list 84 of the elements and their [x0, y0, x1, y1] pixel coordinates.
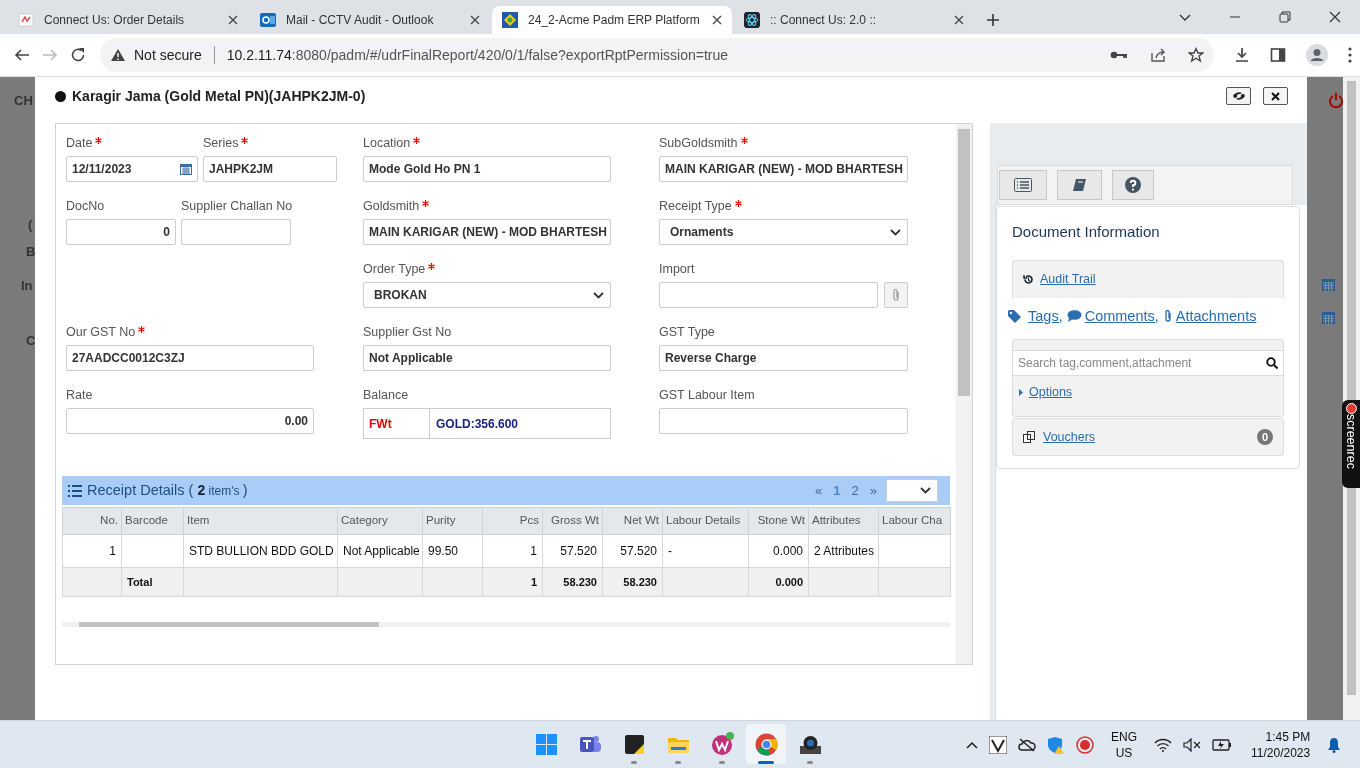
table-cell: 1	[62, 534, 122, 568]
input-field[interactable]: Mode Gold Ho PN 1	[363, 156, 611, 182]
audit-trail-link[interactable]: Audit Trail	[1023, 269, 1096, 289]
total-cell: Total	[121, 567, 184, 597]
panel-link[interactable]: Tags,	[1008, 305, 1063, 328]
field-label: Receipt Type	[659, 199, 732, 213]
column-header: Net Wt	[602, 507, 663, 535]
column-header: Barcode	[121, 507, 184, 535]
field-label: Our GST No	[66, 325, 136, 339]
balance-field: FWt GOLD:356.600	[363, 408, 611, 439]
input-field[interactable]: 27AADCC0012C3ZJ	[66, 345, 314, 371]
field-label: Balance	[363, 388, 409, 402]
total-cell: 0.000	[748, 567, 809, 597]
browser-tab[interactable]: Connect Us: Order Details	[8, 6, 248, 34]
clock[interactable]: 1:45 PM 11/20/2023	[1251, 729, 1311, 761]
table-cell: 57.520	[542, 534, 603, 568]
field-label: SubGoldsmith	[659, 136, 738, 150]
field-label: GST Labour Item	[659, 388, 755, 402]
date-field[interactable]: 12/11/2023	[66, 156, 198, 182]
table-cell: Not Applicable	[337, 534, 423, 568]
input-field[interactable]: Not Applicable	[363, 345, 611, 371]
browser-tab[interactable]: 24_2-Acme Padm ERP Platform	[492, 6, 732, 34]
vouchers-link[interactable]: Vouchers	[1023, 427, 1096, 447]
browser-tab[interactable]: :: Connect Us: 2.0 ::	[734, 6, 974, 34]
table-cell: 2 Attributes	[808, 534, 879, 568]
background-text: C	[25, 332, 35, 350]
total-cell: 1	[482, 567, 543, 597]
table-cell: 99.50	[422, 534, 483, 568]
total-cell: 58.230	[602, 567, 663, 597]
section-title: Receipt Details ( 2 item's )	[87, 480, 248, 500]
field-label: Order Type	[363, 262, 426, 276]
field-label: Date	[66, 136, 93, 150]
column-header: No.	[62, 507, 122, 535]
field-label: Supplier Challan No	[181, 199, 293, 213]
modal-title: Karagir Jama (Gold Metal PN)(JAHPK2JM-0)	[72, 86, 366, 106]
background-text: In	[20, 276, 33, 295]
field-label: GST Type	[659, 325, 715, 339]
column-header: Attributes	[808, 507, 879, 535]
field-label: Import	[659, 262, 695, 276]
field-label: Goldsmith	[363, 199, 420, 213]
table-cell: 1	[482, 534, 543, 568]
table-cell: 0.000	[748, 534, 809, 568]
language-indicator[interactable]: ENG US	[1111, 729, 1137, 761]
input-field[interactable]: MAIN KARIGAR (NEW) - MOD BHARTESH	[659, 156, 908, 182]
browser-tab[interactable]: Mail - CCTV Audit - Outlook	[250, 6, 490, 34]
options-toggle[interactable]: Options	[1019, 383, 1283, 402]
field-label: Location	[363, 136, 411, 150]
panel-link[interactable]: Comments,	[1066, 305, 1159, 328]
column-header: Stone Wt	[748, 507, 809, 535]
table-cell: STD BULLION BDD GOLD	[183, 534, 338, 568]
panel-link[interactable]: Attachments	[1162, 305, 1257, 328]
input-field[interactable]: 0	[66, 219, 176, 245]
column-header: Pcs	[482, 507, 543, 535]
column-header: Purity	[422, 507, 483, 535]
background-text: CH	[13, 92, 33, 110]
field-label: DocNo	[66, 199, 105, 213]
input-field[interactable]: Reverse Charge	[659, 345, 908, 371]
search-field[interactable]: Search tag,comment,attachment	[1013, 350, 1283, 377]
field-label: Supplier Gst No	[363, 325, 452, 339]
page-link[interactable]: «	[813, 480, 825, 501]
background-text: B	[25, 243, 35, 261]
background-text: (	[27, 215, 33, 234]
total-cell: 58.230	[542, 567, 603, 597]
column-header: Labour Cha	[878, 507, 951, 535]
input-field[interactable]: MAIN KARIGAR (NEW) - MOD BHARTESH	[363, 219, 611, 245]
column-header: Labour Details	[662, 507, 749, 535]
table-cell: -	[662, 534, 749, 568]
dropdown[interactable]: Ornaments	[659, 219, 908, 245]
column-header: Item	[183, 507, 338, 535]
dropdown[interactable]: BROKAN	[363, 282, 611, 308]
page-link[interactable]: »	[867, 480, 879, 501]
address-bar[interactable]: Not secure 10.2.11.74:8080/padm/#/udrFinalReport/420/0/1/false?exportRptPermission=true	[100, 38, 1214, 72]
field-label: Rate	[66, 388, 93, 402]
input-field[interactable]: JAHPK2JM	[203, 156, 337, 182]
column-header: Category	[337, 507, 423, 535]
input-field[interactable]: 0.00	[66, 408, 314, 434]
field-label: Series	[203, 136, 239, 150]
security-label: Not secure	[134, 45, 202, 65]
panel-title: Document Information	[1012, 222, 1161, 242]
column-header: Gross Wt	[542, 507, 603, 535]
url-text: 10.2.11.74:8080/padm/#/udrFinalReport/420/0/1/false?exportRptPermission=true	[226, 45, 729, 65]
recorder-badge: screenrec	[1342, 400, 1360, 488]
table-cell: 57.520	[602, 534, 663, 568]
count-badge: 0	[1257, 429, 1273, 445]
